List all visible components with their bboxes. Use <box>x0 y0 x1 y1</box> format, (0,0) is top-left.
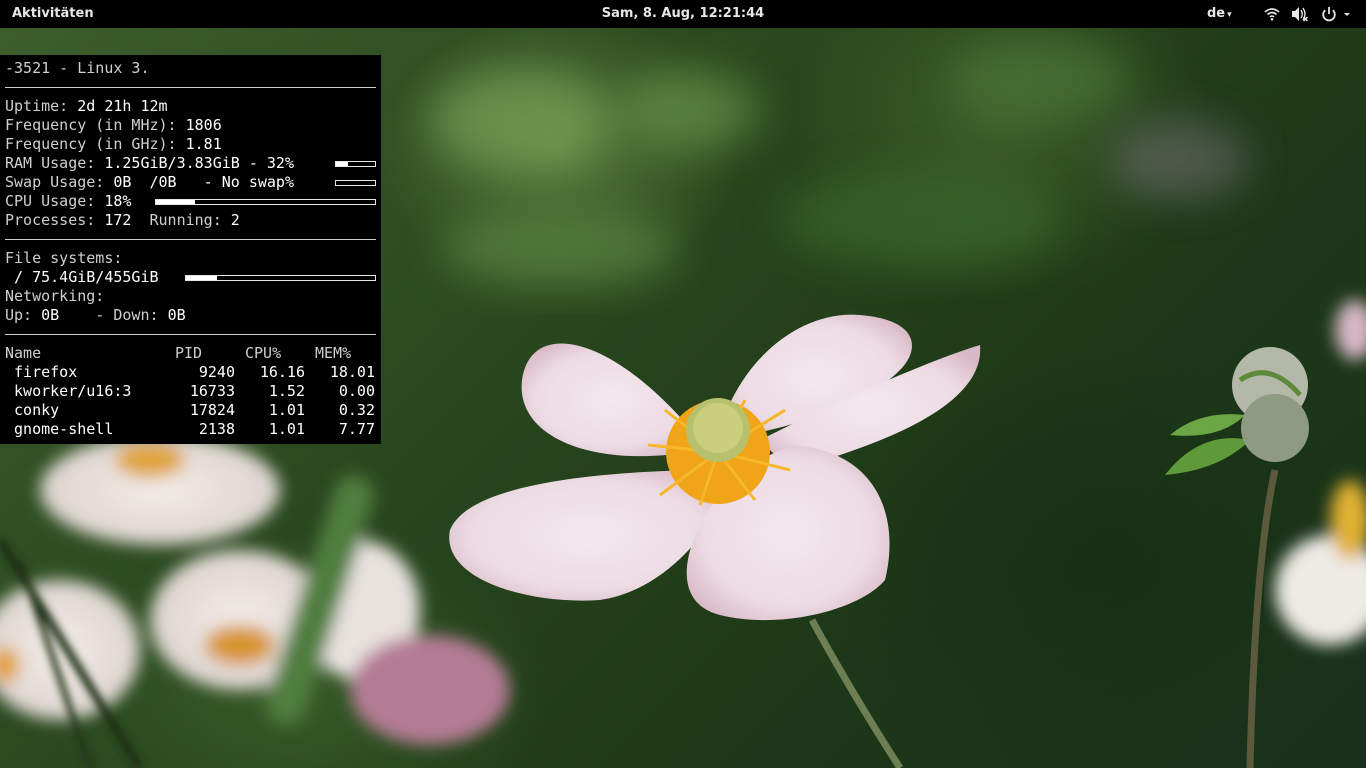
process-cpu: 16.16 <box>259 363 305 381</box>
keyboard-layout-label: de <box>1207 6 1226 21</box>
wifi-icon[interactable] <box>1264 5 1280 23</box>
process-name: conky <box>5 401 60 419</box>
upload-value: 0B <box>41 306 60 324</box>
column-header-cpu: CPU% <box>245 344 282 362</box>
swap-usage-bar <box>335 180 376 186</box>
process-mem: 0.32 <box>338 401 375 419</box>
process-pid: 17824 <box>189 401 235 419</box>
filesystem-root-bar <box>185 275 376 281</box>
process-name: kworker/u16:3 <box>5 382 132 400</box>
process-mem: 0.00 <box>338 382 375 400</box>
table-row: gnome-shell 2138 1.01 7.77 <box>5 420 376 439</box>
running-label: Running: <box>131 211 231 229</box>
clock-area: Sam, 8. Aug, 12:21:44 <box>0 6 1366 21</box>
process-name: gnome-shell <box>5 420 114 438</box>
processes-label: Processes: <box>5 211 105 229</box>
download-label: - Down: <box>59 306 168 324</box>
conky-system-monitor: -3521 - Linux 3. Uptime: 2d 21h 12m Freq… <box>0 55 381 444</box>
swap-usage-row: Swap Usage: 0B /0B - No swap% <box>5 173 376 192</box>
process-pid: 16733 <box>189 382 235 400</box>
uptime-value: 2d 21h 12m <box>77 97 168 115</box>
process-table-header: Name PID CPU% MEM% <box>5 344 376 363</box>
column-header-pid: PID <box>175 344 203 362</box>
process-cpu: 1.01 <box>268 401 305 419</box>
swap-usage-label: Swap Usage: <box>5 173 114 191</box>
frequency-mhz-row: Frequency (in MHz): 1806 <box>5 116 376 135</box>
frequency-mhz-value: 1806 <box>185 116 222 134</box>
process-name: firefox <box>5 363 78 381</box>
ram-usage-bar-fill <box>336 162 349 166</box>
ram-usage-value: 1.25GiB/3.83GiB - 32% <box>104 154 294 172</box>
download-value: 0B <box>167 306 186 324</box>
process-pid: 2138 <box>198 420 235 438</box>
networking-label: Networking: <box>5 287 105 305</box>
swap-usage-value: 0B /0B - No swap% <box>113 173 294 191</box>
ram-usage-row: RAM Usage: 1.25GiB/3.83GiB - 32% <box>5 154 376 173</box>
cpu-usage-value: 18% <box>104 192 132 210</box>
processes-value: 172 <box>104 211 132 229</box>
table-row: firefox 9240 16.16 18.01 <box>5 363 376 382</box>
running-value: 2 <box>230 211 240 229</box>
process-mem: 18.01 <box>329 363 375 381</box>
cpu-usage-label: CPU Usage: <box>5 192 105 210</box>
divider <box>5 87 376 88</box>
uptime-label: Uptime: <box>5 97 78 115</box>
process-mem: 7.77 <box>338 420 375 438</box>
process-cpu: 1.01 <box>268 420 305 438</box>
conky-header: -3521 - Linux 3. <box>5 59 150 77</box>
divider <box>5 334 376 335</box>
process-cpu: 1.52 <box>268 382 305 400</box>
frequency-mhz-label: Frequency (in MHz): <box>5 116 186 134</box>
filesystem-root-row: / 75.4GiB/455GiB <box>5 268 376 287</box>
cpu-usage-row: CPU Usage: 18% <box>5 192 376 211</box>
process-pid: 9240 <box>198 363 235 381</box>
clock-button[interactable]: Sam, 8. Aug, 12:21:44 <box>602 6 764 21</box>
processes-row: Processes: 172 Running: 2 <box>5 211 376 230</box>
column-header-mem: MEM% <box>315 344 352 362</box>
network-row: Up: 0B - Down: 0B <box>5 306 376 325</box>
filesystem-root-value: / 75.4GiB/455GiB <box>5 268 159 286</box>
keyboard-layout-button[interactable]: de ▾ <box>1207 6 1232 21</box>
volume-muted-icon[interactable] <box>1291 5 1309 23</box>
ram-usage-label: RAM Usage: <box>5 154 105 172</box>
uptime-row: Uptime: 2d 21h 12m <box>5 97 376 116</box>
filesystem-root-bar-fill <box>186 276 218 280</box>
cpu-usage-bar <box>155 199 376 205</box>
file-systems-label: File systems: <box>5 249 123 267</box>
power-icon[interactable] <box>1321 5 1351 23</box>
activities-button[interactable]: Aktivitäten <box>12 6 94 21</box>
cpu-usage-bar-fill <box>156 200 196 204</box>
table-row: kworker/u16:3 16733 1.52 0.00 <box>5 382 376 401</box>
table-row: conky 17824 1.01 0.32 <box>5 401 376 420</box>
frequency-ghz-row: Frequency (in GHz): 1.81 <box>5 135 376 154</box>
column-header-name: Name <box>5 344 42 362</box>
frequency-ghz-label: Frequency (in GHz): <box>5 135 186 153</box>
process-table: Name PID CPU% MEM% firefox 9240 16.16 18… <box>5 344 376 439</box>
ram-usage-bar <box>335 161 376 167</box>
chevron-down-icon: ▾ <box>1227 10 1232 20</box>
divider <box>5 239 376 240</box>
upload-label: Up: <box>5 306 42 324</box>
top-panel: Aktivitäten Sam, 8. Aug, 12:21:44 de ▾ <box>0 0 1366 28</box>
frequency-ghz-value: 1.81 <box>185 135 222 153</box>
